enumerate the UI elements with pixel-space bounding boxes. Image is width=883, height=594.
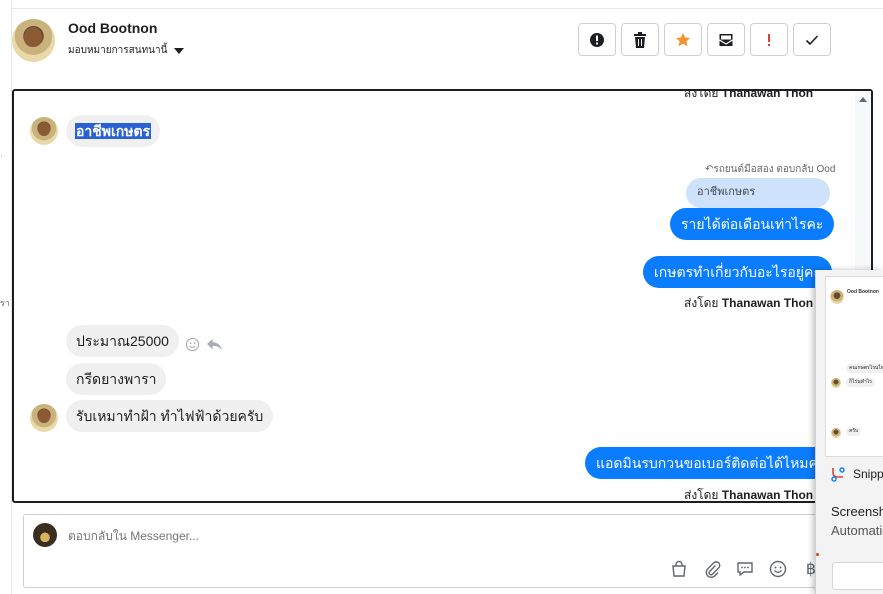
saved-replies-icon[interactable] bbox=[735, 559, 755, 579]
check-icon bbox=[805, 34, 819, 45]
sent-by-label: ส่งโดย Thanawan Thon bbox=[684, 296, 814, 310]
scroll-up-icon[interactable] bbox=[859, 97, 867, 102]
snipping-notification[interactable]: Ood Bootnon คนเกษตรไรนไทย ก็ไร่นทำไร ครั… bbox=[815, 270, 883, 594]
thumb-message: ก็ไร่นทำไร bbox=[846, 378, 875, 387]
thumb-avatar bbox=[830, 290, 844, 304]
left-rail: · รา bbox=[0, 0, 12, 594]
reply-composer: ฿ bbox=[23, 514, 823, 588]
paperclip-icon[interactable] bbox=[702, 559, 722, 579]
header-top-divider bbox=[12, 8, 883, 9]
rail-dot-icon: · bbox=[0, 150, 3, 160]
notification-indicator bbox=[816, 553, 819, 556]
delete-button[interactable] bbox=[621, 23, 659, 56]
emoji-icon[interactable] bbox=[768, 559, 788, 579]
page-avatar bbox=[33, 523, 57, 547]
selected-text[interactable]: อาชีพเกษตร bbox=[75, 123, 152, 139]
contact-avatar-small[interactable] bbox=[30, 404, 58, 432]
thumb-avatar bbox=[831, 378, 841, 388]
composer-toolbar: ฿ bbox=[669, 559, 821, 579]
important-button[interactable] bbox=[750, 23, 788, 56]
notification-app-row: Snipping Tool bbox=[830, 466, 883, 482]
assign-conversation-dropdown[interactable]: มอบหมายการสนทนานี้ bbox=[68, 43, 185, 58]
envelope-icon bbox=[719, 33, 733, 46]
caret-down-icon bbox=[174, 47, 185, 54]
assign-label: มอบหมายการสนทนานี้ bbox=[68, 45, 168, 56]
reply-input[interactable] bbox=[68, 529, 668, 543]
contact-avatar-small[interactable] bbox=[30, 117, 58, 145]
notification-body: Automatically saved to screenshots folde… bbox=[831, 523, 883, 538]
sent-by-label: ส่งโดย Thanawan Thon bbox=[684, 89, 814, 100]
exclamation-icon bbox=[768, 33, 770, 46]
mark-unread-button[interactable] bbox=[707, 23, 745, 56]
header-toolbar bbox=[578, 23, 831, 56]
sent-by-label: ส่งโดย Thanawan Thon bbox=[684, 488, 814, 502]
shopping-bag-icon[interactable] bbox=[669, 559, 689, 579]
quoted-message[interactable]: อาชีพเกษตร bbox=[686, 178, 830, 208]
outgoing-message[interactable]: แอดมินรบกวนขอเบอร์ติดต่อได้ไหมคะ bbox=[585, 447, 837, 479]
rail-label: รา bbox=[0, 298, 10, 308]
thumb-avatar bbox=[831, 428, 841, 438]
emoji-react-icon[interactable] bbox=[185, 337, 200, 352]
done-button[interactable] bbox=[793, 23, 831, 56]
message-actions bbox=[185, 337, 223, 352]
outgoing-message[interactable]: รายได้ต่อเดือนเท่าไรคะ bbox=[670, 208, 835, 240]
reply-icon[interactable] bbox=[206, 337, 223, 352]
incoming-message[interactable]: ประมาณ25000 bbox=[66, 325, 179, 357]
thumb-name: Ood Bootnon bbox=[847, 289, 879, 295]
screenshot-thumbnail[interactable]: Ood Bootnon คนเกษตรไรนไทย ก็ไร่นทำไร ครั… bbox=[825, 276, 883, 457]
thumb-message: คนเกษตรไรนไทย bbox=[846, 364, 883, 373]
notification-action-button[interactable] bbox=[832, 562, 883, 590]
contact-avatar[interactable] bbox=[12, 19, 55, 62]
conversation-panel[interactable]: ส่งโดย Thanawan Thon อาชีพเกษตร ↶รถยนต์ม… bbox=[12, 89, 873, 503]
incoming-message[interactable]: กรีดยางพารา bbox=[66, 363, 167, 395]
mark-spam-button[interactable] bbox=[578, 23, 616, 56]
star-icon bbox=[676, 32, 690, 46]
notification-app-name: Snipping Tool bbox=[853, 467, 883, 481]
trash-icon bbox=[634, 31, 646, 48]
exclamation-circle-icon bbox=[590, 32, 604, 47]
outgoing-message[interactable]: เกษตรทำเกี่ยวกับอะไรอยู่คะ bbox=[643, 256, 832, 288]
incoming-message[interactable]: รับเหมาทำฝ้า ทำไฟฟ้าด้วยครับ bbox=[66, 400, 274, 432]
notification-title: Screenshot copied to clipboard bbox=[831, 504, 883, 519]
star-button[interactable] bbox=[664, 23, 702, 56]
incoming-message[interactable]: อาชีพเกษตร bbox=[66, 115, 161, 147]
reply-context: ↶รถยนต์มือสอง ตอบกลับ Ood bbox=[705, 164, 836, 175]
thumb-message: ครับ bbox=[846, 427, 862, 436]
snipping-tool-icon bbox=[831, 467, 845, 482]
contact-name[interactable]: Ood Bootnon bbox=[68, 20, 157, 36]
